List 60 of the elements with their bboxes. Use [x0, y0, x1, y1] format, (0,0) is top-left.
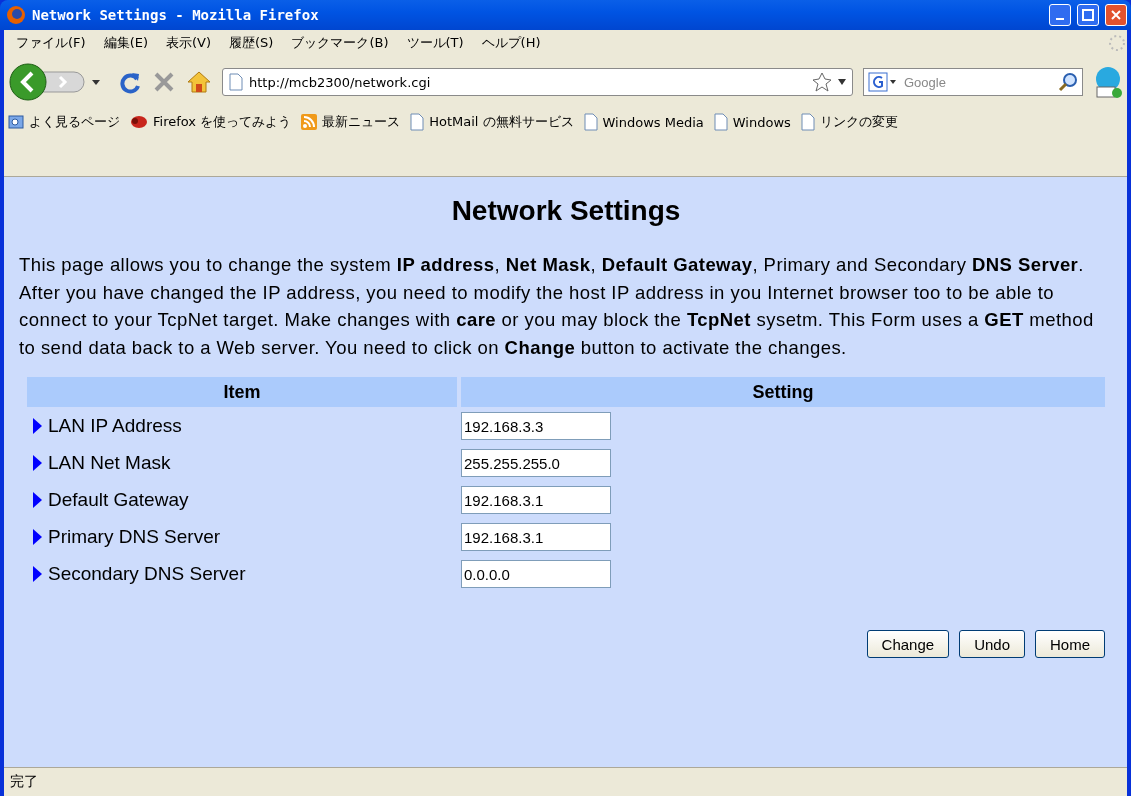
dropdown-icon[interactable] [838, 79, 846, 85]
close-icon [1110, 9, 1122, 21]
triangle-icon [33, 492, 42, 508]
form-button[interactable]: Undo [959, 630, 1025, 658]
bookmark-item[interactable]: Windows Media [583, 113, 704, 131]
menu-item[interactable]: ファイル(F) [8, 32, 94, 54]
page-icon [713, 113, 728, 131]
url-text: http://mcb2300/network.cgi [249, 74, 432, 90]
page-icon [410, 113, 425, 131]
triangle-icon [33, 529, 42, 545]
menu-item[interactable]: 表示(V) [158, 32, 220, 54]
input-field[interactable]: 192.168.3.1 [461, 523, 611, 551]
form-button[interactable]: Change [866, 630, 950, 658]
setting-label: Secondary DNS Server [48, 563, 246, 585]
triangle-icon [33, 566, 42, 582]
page-icon [800, 113, 815, 131]
minimize-button[interactable] [1049, 4, 1071, 26]
home-icon[interactable] [186, 70, 212, 94]
setting-label: Primary DNS Server [48, 526, 221, 548]
input-field[interactable]: 192.168.3.1 [461, 486, 611, 514]
triangle-icon [33, 418, 42, 434]
form-button[interactable]: Home [1035, 630, 1105, 658]
page-heading: Network Settings [450, 195, 682, 227]
input-field[interactable]: 255.255.255.0 [461, 449, 611, 477]
menu-item[interactable]: ブックマーク(B) [283, 32, 397, 54]
address-bar[interactable]: http://mcb2300/network.cgi [222, 68, 853, 96]
folder-search-icon [8, 114, 24, 130]
input-field[interactable]: 192.168.3.3 [461, 412, 611, 440]
throbber-icon [1107, 33, 1127, 53]
bookmark-item[interactable]: Windows [713, 113, 791, 131]
bookmark-item[interactable]: リンクの変更 [800, 113, 898, 131]
menu-item[interactable]: 編集(E) [95, 32, 156, 54]
page-icon [583, 113, 598, 131]
bookmark-item[interactable]: HotMail の無料サービス [410, 113, 574, 131]
setting-label: LAN IP Address [48, 415, 182, 437]
triangle-icon [33, 455, 42, 471]
search-icon[interactable] [1058, 72, 1078, 92]
column-header: Setting [461, 377, 1105, 407]
status-text: 完了 [10, 773, 38, 791]
menu-item[interactable]: ヘルプ(H) [473, 32, 549, 54]
minimize-icon [1056, 18, 1064, 20]
reload-icon[interactable] [118, 70, 142, 94]
maximize-icon [1082, 9, 1094, 21]
window-title: Network Settings - Mozilla Firefox [32, 7, 320, 23]
menu-item[interactable]: ツール(T) [398, 32, 472, 54]
search-bar[interactable]: Google [863, 68, 1083, 96]
menu-item[interactable]: 履歴(S) [221, 32, 282, 54]
column-header: Item [27, 377, 457, 407]
intro-paragraph: This page allows you to change the system IP address, Net Mask, Default Gateway, Primary and Secondary DNS Server. After you have changed the IP address, you need to modify the host IP address in you Internet browser too to be able to connect to your TcpNet target. Make changes with care or you may block the TcpNet sysetm. This Form uses a GET method to send data back to a Web server. You need to click on Change button to activate the changes. [19, 253, 1095, 360]
bookmark-item[interactable]: よく見るページ [8, 113, 120, 131]
feed-icon [301, 114, 318, 130]
setting-label: LAN Net Mask [48, 452, 171, 474]
input-field[interactable]: 0.0.0.0 [461, 560, 611, 588]
close-button[interactable] [1105, 4, 1127, 26]
star-icon[interactable] [812, 72, 832, 92]
setting-label: Default Gateway [48, 489, 189, 511]
bookmark-item[interactable]: 最新ニュース [301, 113, 401, 131]
bookmark-item[interactable]: Firefox を使ってみよう [130, 113, 292, 131]
maximize-button[interactable] [1077, 4, 1099, 26]
page-icon [229, 73, 243, 91]
